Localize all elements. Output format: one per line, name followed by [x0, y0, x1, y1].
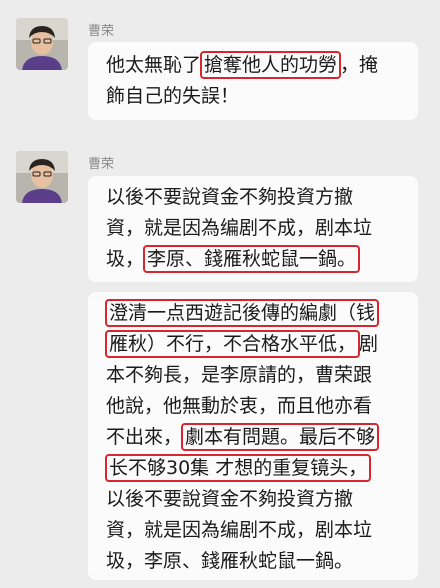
message-line: 資，就是因為编剧不成，剧本垃: [106, 515, 404, 546]
highlight-box: 长不够30集 才想的重复镜头，: [105, 454, 372, 482]
message-line: 圾，李原、錢雁秋蛇鼠一鍋。: [106, 244, 404, 275]
text: 資，就是因為编剧不成，剧本垃: [106, 519, 373, 541]
message-line: 以後不要說資金不夠投資方撤: [106, 484, 404, 515]
text: 以後不要說資金不夠投資方撤: [106, 186, 354, 208]
message-bubble[interactable]: 以後不要說資金不夠投資方撤 資，就是因為编剧不成，剧本垃 圾， 李原、錢雁秋蛇鼠一…: [88, 176, 418, 282]
highlight-box: 劇本有問題。最后不够: [181, 423, 380, 451]
highlight-box: 李原、錢雁秋蛇鼠一鍋。: [143, 245, 361, 273]
highlight-box: 搶奪他人的功勞: [200, 51, 342, 79]
avatar-image: [16, 151, 68, 203]
message-line: 澄清一点西遊記後傳的編劇（钱: [105, 298, 404, 329]
text: 飾自己的失誤！: [106, 85, 240, 107]
text: 剧: [359, 333, 379, 355]
text: 他太無恥了: [106, 54, 202, 76]
message-bubble[interactable]: 他太無恥了 搶奪他人的功勞 ，掩 飾自己的失誤！: [88, 42, 418, 120]
message-line: 資，就是因為编剧不成，剧本垃: [106, 213, 404, 244]
text: 圾，李原、錢雁秋蛇鼠一鍋。: [106, 550, 354, 572]
message-bubble[interactable]: 澄清一点西遊記後傳的編劇（钱 雁秋）不行，不合格水平低，剧 本不夠長，是李原請的…: [88, 292, 418, 580]
message-line: 长不够30集 才想的重复镜头，: [105, 453, 404, 484]
avatar[interactable]: [16, 151, 68, 203]
avatar[interactable]: [16, 18, 68, 70]
highlight-box: 澄清一点西遊記後傳的編劇（钱: [105, 299, 380, 327]
text: 他說，他無動於衷，而且他亦看: [106, 395, 373, 417]
sender-name: 曹荣: [88, 157, 115, 172]
message-line: 飾自己的失誤！: [106, 81, 404, 112]
message-line: 本不夠長，是李原請的，曹荣跟: [106, 360, 404, 391]
text: ，掩: [340, 54, 379, 76]
highlight-box: 雁秋）不行，不合格水平低，: [105, 330, 361, 358]
message-line: 以後不要說資金不夠投資方撤: [106, 182, 404, 213]
message-line: 他太無恥了 搶奪他人的功勞 ，掩: [106, 50, 404, 81]
text: 不出來，: [106, 426, 183, 448]
message-line: 不出來， 劇本有問題。最后不够: [106, 422, 404, 453]
message-line: 雁秋）不行，不合格水平低，剧: [105, 329, 404, 360]
message-line: 他說，他無動於衷，而且他亦看: [106, 391, 404, 422]
text: 以後不要說資金不夠投資方撤: [106, 488, 354, 510]
avatar-image: [16, 18, 68, 70]
text: 圾，: [106, 248, 145, 270]
message-line: 圾，李原、錢雁秋蛇鼠一鍋。: [106, 546, 404, 577]
sender-name: 曹荣: [88, 24, 115, 39]
text: 資，就是因為编剧不成，剧本垃: [106, 217, 373, 239]
text: 本不夠長，是李原請的，曹荣跟: [106, 364, 373, 386]
